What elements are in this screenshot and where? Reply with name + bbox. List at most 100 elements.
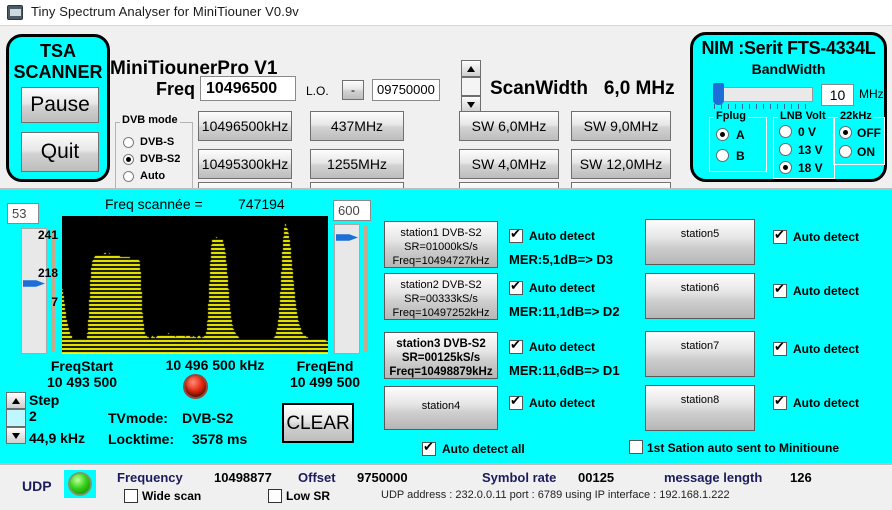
mer-value-1: MER:5,1dB=> D3 [509,252,614,267]
wide-scan-checkbox[interactable] [124,489,138,503]
scanwidth-label: ScanWidth 6,0 MHz [490,78,675,100]
auto-detect-checkbox-8[interactable] [773,394,787,410]
freq-input[interactable]: 10496500 [200,76,296,101]
band-preset-437[interactable]: 437MHz [310,111,404,141]
freq-preset-2[interactable]: 10495300kHz [198,149,292,179]
station-button-5[interactable]: station5 [645,219,755,265]
radio-fplug-b[interactable] [716,149,729,162]
step-spinner-down[interactable] [6,427,26,444]
auto-detect-label-3: Auto detect [529,340,595,354]
tone-22khz-group: 22kHz OFF ON [833,110,885,165]
auto-detect-checkbox-3[interactable] [509,338,523,354]
station-2-sr: SR=00333kS/s [404,293,478,305]
band-preset-1255[interactable]: 1255MHz [310,149,404,179]
bandwidth-unit: MHz [859,87,884,101]
radio-lnb-18v[interactable] [779,161,792,174]
freq-start-value: 10 493 500 [46,374,118,390]
radio-auto[interactable] [123,171,134,182]
station-4-name: station4 [421,400,461,412]
radio-lnb-0v[interactable] [779,125,792,138]
step-label: Step [29,392,60,408]
radio-dvb-s2-label: DVB-S2 [140,153,181,165]
chevron-down-icon [12,433,20,439]
freq-label: Freq [156,79,196,99]
station-2-name: station2 DVB-S2 [400,279,482,291]
first-station-auto-checkbox[interactable] [629,440,643,454]
radio-fplug-b-label: B [736,149,745,163]
y-axis-label-bottom: 7 [51,295,58,309]
step-spinner[interactable] [6,392,28,444]
auto-detect-all-checkbox[interactable] [422,440,436,456]
sw-button-12[interactable]: SW 12,0MHz [571,149,671,179]
dvb-mode-label: DVB mode [120,114,180,126]
station-button-8[interactable]: station8 [645,385,755,431]
auto-detect-checkbox-2[interactable] [509,279,523,295]
sw-button-9[interactable]: SW 9,0MHz [571,111,671,141]
auto-detect-label-8: Auto detect [793,396,859,410]
quit-button[interactable]: Quit [21,132,99,172]
nim-title: NIM :Serit FTS-4334L [701,38,876,58]
radio-tone-off-label: OFF [857,126,881,140]
low-sr-checkbox[interactable] [268,489,282,503]
fplug-group: Fplug A B [709,110,767,172]
radio-dvb-s-label: DVB-S [140,136,175,148]
auto-detect-checkbox-4[interactable] [509,394,523,410]
right-slider-value[interactable]: 600 [333,200,371,221]
scanwidth-title: ScanWidth [490,78,588,99]
radio-fplug-a-label: A [736,128,745,142]
pause-button[interactable]: Pause [21,87,99,123]
sw-button-4[interactable]: SW 4,0MHz [459,149,559,179]
scanned-freq-value: 747194 [238,196,285,212]
auto-detect-checkbox-5[interactable] [773,228,787,244]
station-button-2[interactable]: station2 DVB-S2 SR=00333kS/s Freq=104972… [384,273,498,320]
auto-detect-checkbox-6[interactable] [773,282,787,298]
station-1-name: station1 DVB-S2 [400,227,482,239]
sw-button-6[interactable]: SW 6,0MHz [459,111,559,141]
spectrum-graph[interactable] [62,216,328,354]
bandwidth-value[interactable]: 10 [821,84,854,106]
freq-preset-1[interactable]: 10496500kHz [198,111,292,141]
offset-value: 9750000 [357,470,408,485]
frequency-label: Frequency [117,470,183,485]
scanwidth-spinner-up[interactable] [461,60,481,77]
auto-detect-checkbox-1[interactable] [509,227,523,243]
station-button-3[interactable]: station3 DVB-S2 SR=00125kS/s Freq=104988… [384,332,498,379]
spectrum-canvas [62,216,328,354]
scanwidth-spinner[interactable] [461,60,483,113]
auto-detect-checkbox-7[interactable] [773,340,787,356]
lo-input[interactable]: 09750000 [372,79,440,101]
message-length-value: 126 [790,470,812,485]
left-slider-value[interactable]: 53 [7,203,39,224]
lo-minus-button[interactable]: - [342,80,364,100]
radio-fplug-a[interactable] [716,128,729,141]
auto-detect-label-4: Auto detect [529,396,595,410]
right-slider-thumb[interactable] [336,234,358,241]
mer-value-2: MER:11,1dB=> D2 [509,304,620,319]
lo-label: L.O. [306,84,329,98]
right-gain-slider[interactable] [334,224,360,354]
tone-22khz-label: 22kHz [838,110,874,122]
radio-tone-on[interactable] [839,145,852,158]
nim-panel: NIM :Serit FTS-4334L BandWidth 10 MHz Fp… [690,32,887,182]
station-1-sr: SR=01000kS/s [404,241,478,253]
step-unit: 44,9 kHz [29,430,86,446]
clear-button[interactable]: CLEAR [282,403,354,443]
radio-lnb-13v[interactable] [779,143,792,156]
bandwidth-slider-thumb[interactable] [713,83,724,105]
station-button-1[interactable]: station1 DVB-S2 SR=01000kS/s Freq=104947… [384,221,498,268]
window-title: Tiny Spectrum Analyser for MiniTiouner V… [31,4,299,19]
radio-dvb-s2[interactable] [123,154,134,165]
locktime-label: Locktime: [108,431,175,447]
bandwidth-slider-track[interactable] [713,87,813,102]
radio-dvb-s[interactable] [123,137,134,148]
station-button-7[interactable]: station7 [645,331,755,377]
station-button-6[interactable]: station6 [645,273,755,319]
step-spinner-up[interactable] [6,392,26,409]
radio-tone-off[interactable] [839,126,852,139]
offset-label: Offset [298,470,336,485]
station-button-4[interactable]: station4 [384,386,498,430]
message-length-label: message length [664,470,763,485]
radio-auto-label: Auto [140,170,166,182]
left-slider-rail [51,230,55,352]
left-gain-slider[interactable] [21,228,47,354]
